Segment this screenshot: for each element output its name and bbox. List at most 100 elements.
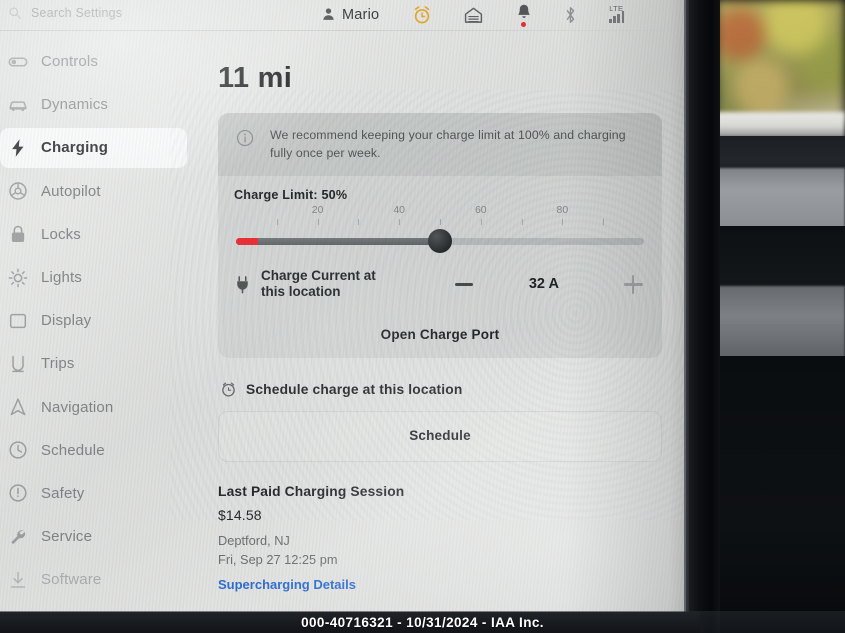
sidebar-item-display[interactable]: Display	[0, 299, 200, 342]
last-paid-session-amount: $14.58	[218, 507, 262, 524]
bluetooth-icon[interactable]	[564, 6, 577, 24]
header-divider	[0, 30, 690, 31]
sidebar-label: Software	[41, 571, 102, 589]
decrease-current-button[interactable]	[450, 282, 478, 286]
charge-limit-slider[interactable]	[236, 228, 644, 253]
screen-bezel	[686, 0, 720, 633]
last-paid-session-datetime: Fri, Sep 27 12:25 pm	[218, 551, 338, 567]
sidebar-label: Controls	[41, 53, 99, 71]
status-bar: Search Settings Mario LTE	[0, 0, 690, 30]
user-name-label[interactable]: Mario	[342, 7, 379, 23]
charge-current-row: Charge Current at this location 32 A	[218, 258, 662, 315]
trips-icon	[12, 355, 24, 372]
sidebar-label: Lights	[41, 269, 82, 287]
screenshot-root: Search Settings Mario LTE Controls Dynam…	[0, 0, 845, 633]
sidebar-label: Schedule	[41, 441, 105, 459]
tick-mark	[480, 218, 482, 225]
bell-icon	[518, 4, 530, 18]
open-charge-port-button[interactable]: Open Charge Port	[218, 315, 662, 358]
watermark-bar: 000-40716321 - 10/31/2024 - IAA Inc.	[0, 611, 845, 633]
sidebar-item-lights[interactable]: Lights	[0, 256, 200, 299]
search-input-placeholder[interactable]: Search Settings	[31, 6, 122, 20]
search-icon	[9, 7, 21, 19]
tick-mark	[399, 218, 401, 225]
range-readout: 11 mi	[218, 62, 293, 94]
plus-glyph-v	[631, 275, 635, 295]
download-icon	[10, 571, 26, 588]
shield-icon	[9, 484, 27, 503]
schedule-button-label: Schedule	[409, 428, 471, 444]
sidebar-item-autopilot[interactable]: Autopilot	[0, 170, 200, 213]
sidebar-item-locks[interactable]: Locks	[0, 213, 200, 256]
tick-label-60: 60	[474, 203, 487, 216]
last-paid-session-location: Deptford, NJ	[218, 533, 290, 549]
navigation-arrow-icon	[10, 398, 26, 416]
sidebar-item-safety[interactable]: Safety	[0, 472, 200, 515]
light-bulb-icon	[8, 268, 28, 287]
lock-icon	[11, 226, 25, 243]
alarm-clock-icon[interactable]	[412, 5, 432, 25]
open-charge-port-label: Open Charge Port	[380, 327, 500, 343]
slider-knob[interactable]	[428, 228, 452, 253]
charge-current-label: Charge Current at this location	[261, 267, 376, 300]
cellular-signal: LTE	[607, 4, 633, 25]
clock-icon	[9, 441, 27, 459]
sidebar-item-software[interactable]: Software	[0, 558, 200, 601]
supercharging-details-link[interactable]: Supercharging Details	[218, 577, 662, 592]
tick-mark	[276, 218, 278, 225]
wrench-icon	[11, 529, 26, 544]
minus-glyph	[455, 282, 474, 286]
increase-current-button[interactable]	[618, 275, 646, 295]
slider-low-range-zone	[236, 237, 259, 245]
schedule-button[interactable]: Schedule	[218, 411, 662, 463]
door-trim-upper	[716, 168, 845, 228]
sidebar-item-trips[interactable]: Trips	[0, 342, 200, 385]
charging-panel: 11 mi We recommend keeping your charge l…	[218, 62, 662, 592]
tick-mark	[317, 218, 319, 225]
car-icon	[9, 101, 27, 111]
tick-mark	[603, 218, 605, 225]
sidebar-label: Safety	[41, 484, 85, 502]
tick-mark	[562, 218, 564, 225]
tick-mark	[358, 218, 360, 225]
window-foliage-view	[716, 0, 845, 122]
schedule-charge-link[interactable]: Schedule charge at this location	[220, 381, 662, 398]
charge-limit-ticks: 20 40 60 80	[236, 204, 644, 230]
sidebar-label: Autopilot	[41, 182, 101, 200]
person-icon[interactable]	[322, 7, 335, 22]
tick-label-80: 80	[556, 203, 569, 216]
sidebar-item-schedule[interactable]: Schedule	[0, 429, 200, 472]
sidebar-item-controls[interactable]: Controls	[0, 40, 200, 83]
tick-mark	[440, 218, 441, 225]
sidebar-label: Service	[41, 528, 93, 546]
garage-icon[interactable]	[464, 6, 483, 24]
charging-card: We recommend keeping your charge limit a…	[218, 113, 662, 359]
sidebar-label: Charging	[41, 139, 109, 157]
slider-fill	[236, 237, 440, 245]
door-shadow-upper	[716, 226, 845, 288]
status-icons-group: Mario LTE	[322, 3, 633, 27]
schedule-charge-link-label: Schedule charge at this location	[246, 382, 463, 398]
tick-label-20: 20	[311, 203, 324, 216]
sidebar-item-charging[interactable]: Charging	[0, 126, 200, 169]
search-settings-box[interactable]: Search Settings	[8, 6, 122, 20]
sidebar-label: Dynamics	[41, 96, 109, 114]
last-paid-session-section: Last Paid Charging Session $14.58 Deptfo…	[218, 484, 662, 592]
screen-bezel-edge	[684, 0, 689, 633]
sidebar-item-dynamics[interactable]: Dynamics	[0, 83, 200, 126]
charge-limit-label: Charge Limit: 50%	[234, 187, 348, 202]
sidebar-label: Locks	[41, 225, 81, 243]
tick-mark	[521, 218, 523, 225]
cellular-bars-icon	[609, 11, 625, 23]
door-trim-lower	[716, 286, 845, 360]
steering-wheel-icon	[9, 182, 27, 200]
sidebar-label: Display	[41, 312, 92, 330]
last-paid-session-title: Last Paid Charging Session	[218, 484, 405, 500]
sidebar-item-service[interactable]: Service	[0, 515, 200, 558]
toggle-icon	[8, 57, 28, 67]
sidebar-item-navigation[interactable]: Navigation	[0, 386, 200, 429]
lightning-bolt-icon	[12, 139, 24, 157]
vehicle-touchscreen: Search Settings Mario LTE Controls Dynam…	[0, 0, 690, 618]
sidebar-label: Trips	[41, 355, 75, 373]
notification-bell[interactable]	[516, 3, 532, 27]
